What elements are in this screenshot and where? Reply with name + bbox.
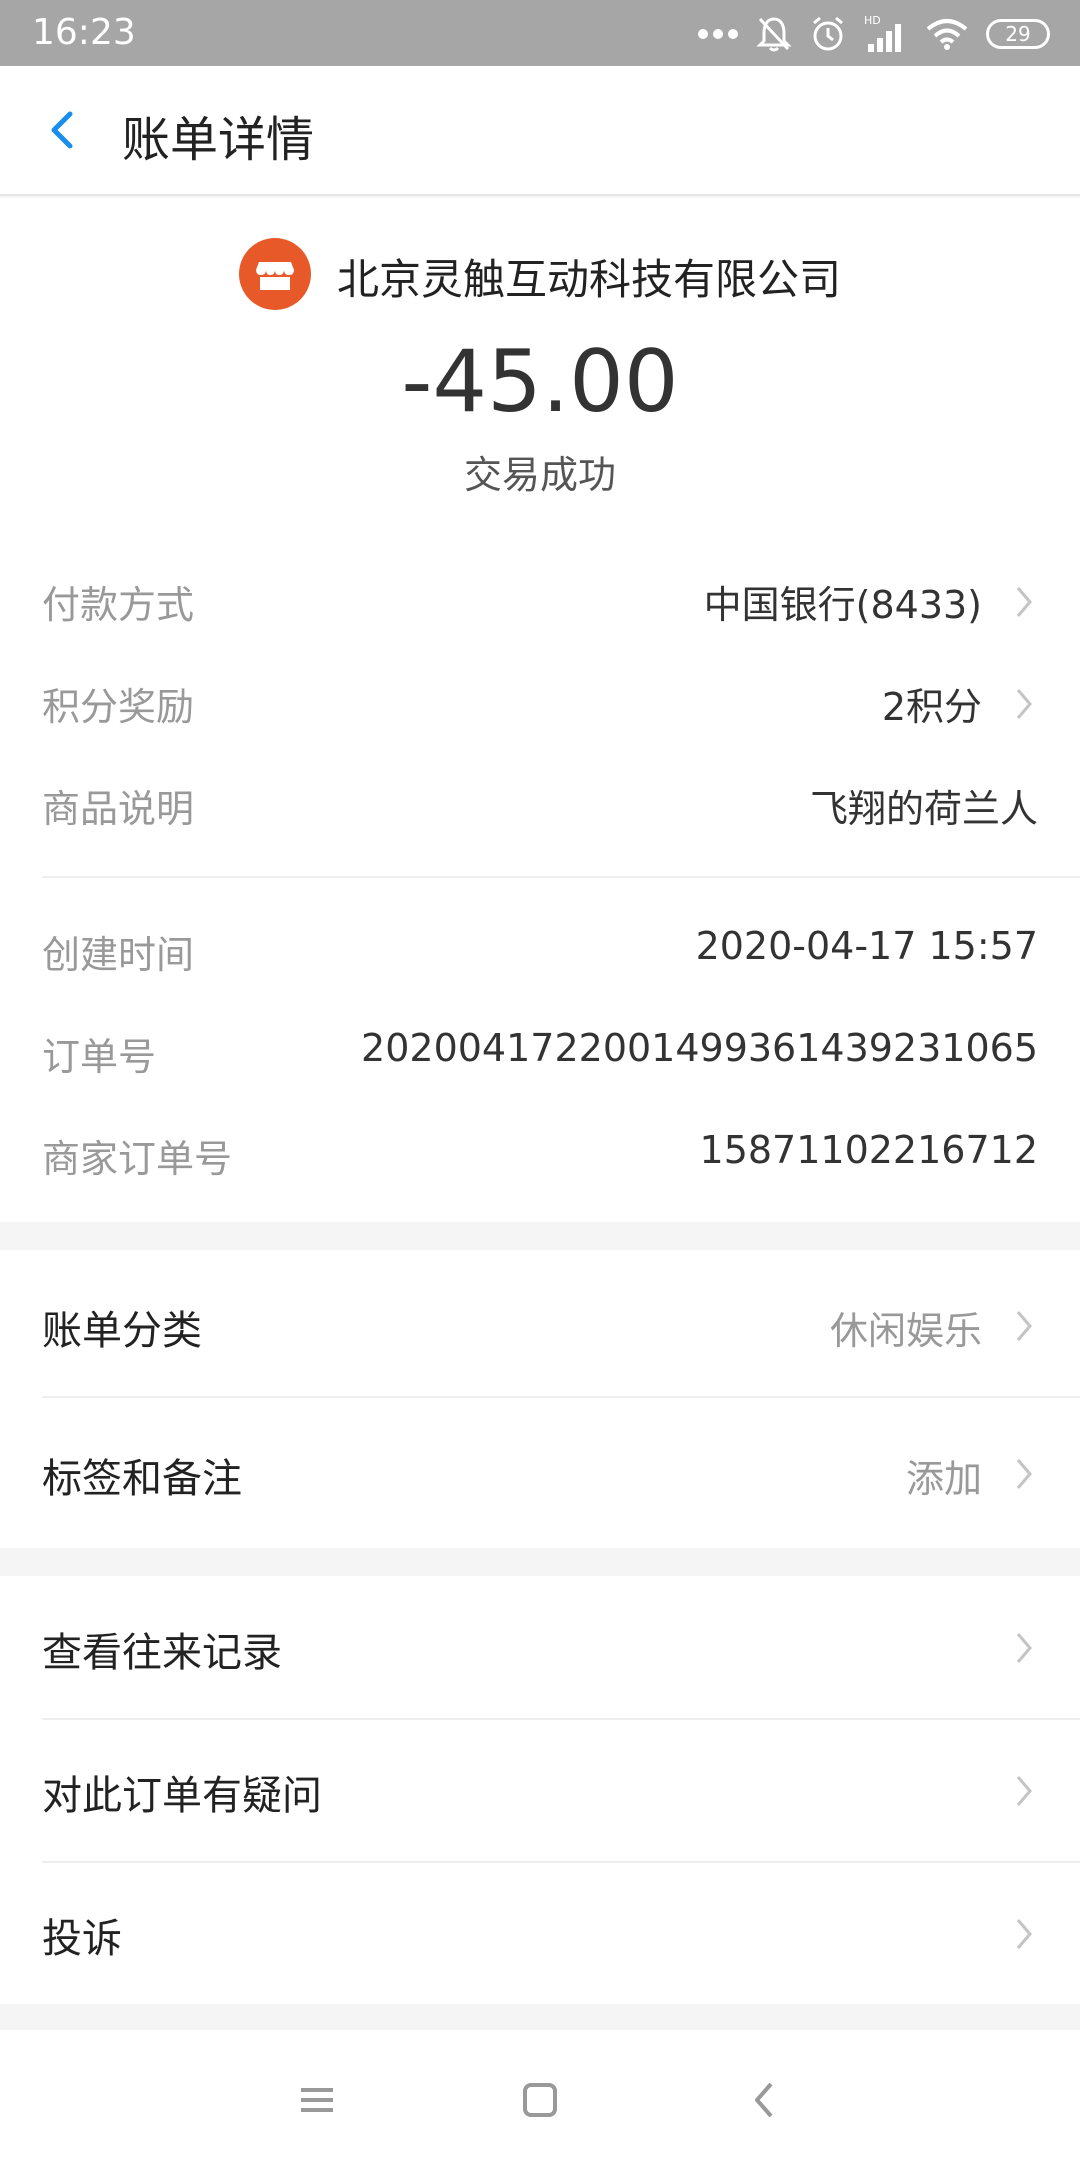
shop-icon [238, 238, 311, 314]
product-description-row: 商品说明 飞翔的荷兰人 [42, 768, 1038, 838]
chevron-left-icon [51, 111, 73, 149]
payment-method-row[interactable]: 付款方式 中国银行(8433) [42, 564, 1038, 634]
chevron-right-icon [1016, 689, 1032, 719]
alarm-icon [810, 15, 846, 53]
order-number-row[interactable]: 订单号 2020041722001499361439231065 [42, 1016, 1038, 1086]
mute-bell-icon [756, 15, 792, 53]
wifi-icon [926, 17, 968, 51]
view-history-row[interactable]: 查看往来记录 [42, 1576, 1038, 1716]
divider [42, 1396, 1080, 1398]
chevron-right-icon [1016, 587, 1032, 617]
back-button[interactable] [36, 102, 92, 158]
back-triangle-icon [755, 2082, 773, 2118]
action-label: 投诉 [42, 1916, 122, 1962]
created-time-row: 创建时间 2020-04-17 15:57 [42, 914, 1038, 984]
action-value: 休闲娱乐 [829, 1309, 982, 1353]
menu-icon [301, 2088, 333, 2112]
chevron-right-icon [1016, 1633, 1032, 1663]
transaction-amount: -45.00 [401, 332, 679, 432]
bill-category-row[interactable]: 账单分类 休闲娱乐 [42, 1254, 1038, 1394]
bill-summary: 北京灵触互动科技有限公司 -45.00 交易成功 付款方式 中国银行(8433)… [0, 198, 1080, 1222]
detail-value[interactable]: 2020041722001499361439231065 [361, 1026, 1038, 1070]
divider [42, 876, 1080, 878]
status-bar: 16:23 HD 29 [0, 0, 1080, 66]
detail-value[interactable]: 15871102216712 [700, 1128, 1038, 1172]
system-nav-bar [0, 2030, 1080, 2160]
chevron-right-icon [1016, 1776, 1032, 1806]
detail-label: 订单号 [42, 1035, 157, 1079]
chevron-right-icon [1016, 1459, 1032, 1489]
transaction-status: 交易成功 [463, 453, 616, 497]
signal-icon: HD [864, 14, 908, 54]
status-time: 16:23 [32, 12, 136, 53]
chevron-right-icon [1016, 1311, 1032, 1341]
back-nav-button[interactable] [735, 2070, 795, 2130]
action-value: 添加 [905, 1457, 982, 1501]
action-label: 标签和备注 [42, 1456, 242, 1502]
detail-label: 付款方式 [42, 583, 195, 627]
app-header: 账单详情 [0, 66, 1080, 196]
battery-icon: 29 [986, 19, 1050, 49]
home-button[interactable] [510, 2070, 570, 2130]
page-title: 账单详情 [122, 112, 315, 168]
action-label: 对此订单有疑问 [42, 1773, 322, 1819]
points-reward-row[interactable]: 积分奖励 2积分 [42, 666, 1038, 736]
chevron-right-icon [1016, 1919, 1032, 1949]
more-dots-icon [698, 28, 738, 40]
action-label: 账单分类 [42, 1308, 202, 1354]
svg-text:HD: HD [864, 14, 881, 27]
detail-label: 商品说明 [42, 787, 195, 831]
detail-label: 积分奖励 [42, 685, 195, 729]
home-square-icon [523, 2083, 557, 2117]
action-label: 查看往来记录 [42, 1630, 282, 1676]
detail-value: 飞翔的荷兰人 [809, 787, 1038, 831]
detail-label: 创建时间 [42, 933, 195, 977]
complaint-row[interactable]: 投诉 [42, 1862, 1038, 2002]
merchant-row: 北京灵触互动科技有限公司 [0, 238, 1080, 314]
tags-notes-row[interactable]: 标签和备注 添加 [42, 1402, 1038, 1542]
menu-button[interactable] [287, 2070, 347, 2130]
detail-value: 2积分 [881, 685, 982, 729]
status-icons: HD 29 [698, 12, 1050, 56]
order-question-row[interactable]: 对此订单有疑问 [42, 1719, 1038, 1859]
category-section: 账单分类 休闲娱乐 标签和备注 添加 [0, 1250, 1080, 1548]
actions-section: 查看往来记录 对此订单有疑问 投诉 [0, 1576, 1080, 2004]
merchant-name: 北京灵触互动科技有限公司 [336, 254, 841, 304]
detail-label: 商家订单号 [42, 1137, 233, 1181]
detail-value: 2020-04-17 15:57 [695, 924, 1038, 968]
merchant-order-number-row[interactable]: 商家订单号 15871102216712 [42, 1118, 1038, 1188]
detail-value: 中国银行(8433) [703, 583, 982, 627]
